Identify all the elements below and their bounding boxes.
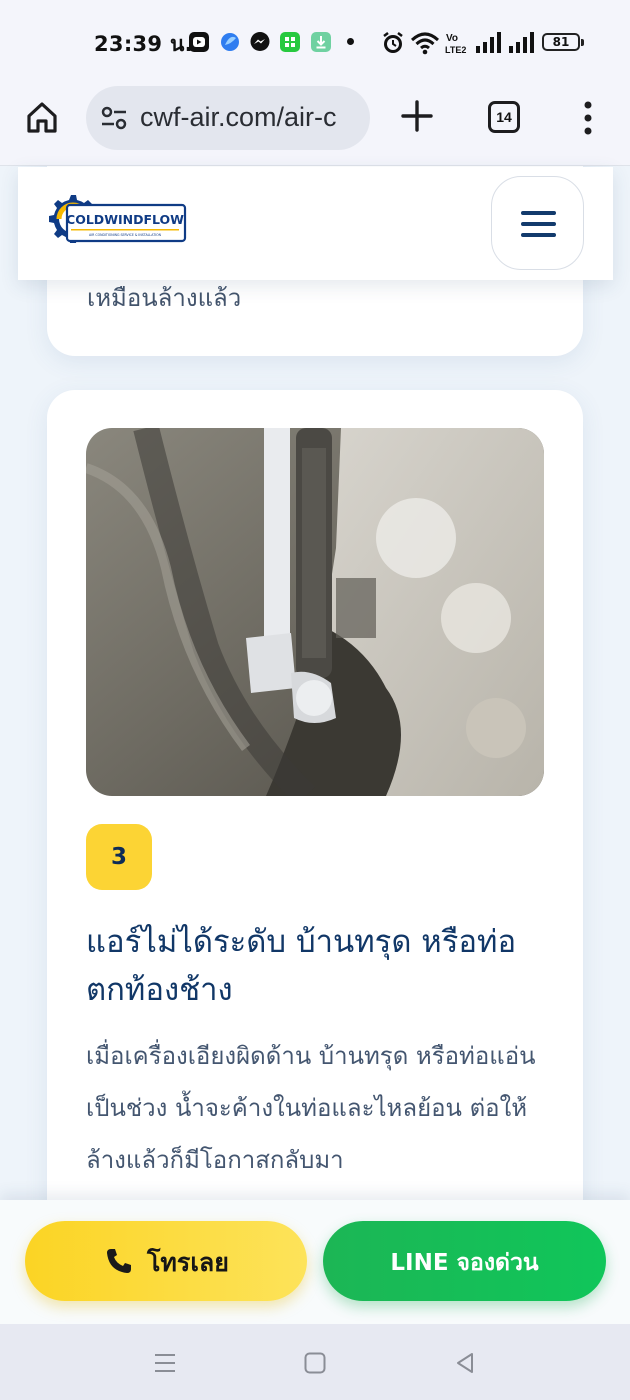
back-nav-icon[interactable] [453,1351,477,1375]
battery-icon: 81 [542,33,584,51]
signal-icon [509,32,534,53]
page-content: เหมือนล้างแล้ว 3 แอร์ไม่ได้ระดับ บ้านทรุ… [0,166,630,1200]
site-header: COLDWINDFLOW AIR CONDITIONING SERVICE & … [18,167,613,280]
call-now-label: โทรเลย [147,1248,229,1277]
step-number-badge: 3 [86,824,152,890]
phone-icon [107,1249,131,1273]
previous-card-text: เหมือนล้างแล้ว [87,284,242,312]
coldwindflow-logo[interactable]: COLDWINDFLOW AIR CONDITIONING SERVICE & … [45,191,187,255]
status-clock: 23:39 น. [94,32,193,56]
tab-switcher-button[interactable]: 14 [488,101,520,133]
volte-icon: Vo LTE2 [445,33,466,55]
svg-text:LTE2: LTE2 [445,45,466,55]
status-bar: 23:39 น. Vo LTE2 81 [0,0,630,86]
notification-dot-icon [347,38,354,45]
recent-apps-icon[interactable] [153,1351,177,1375]
line-booking-label: LINE จองด่วน [390,1250,539,1276]
site-settings-icon[interactable] [100,104,128,132]
call-now-button[interactable]: โทรเลย [25,1221,307,1301]
menu-icon [521,211,556,215]
calculator-app-icon [280,32,300,52]
address-bar[interactable]: cwf-air.com/air-c [86,86,370,150]
signal-icon [476,32,501,53]
home-nav-icon[interactable] [303,1351,327,1375]
battery-level: 81 [552,35,570,49]
hamburger-menu-button[interactable] [491,176,584,270]
menu-icon-bar [521,222,556,226]
logo-tagline: AIR CONDITIONING SERVICE & INSTALLATION [89,233,162,237]
card-title: แอร์ไม่ได้ระดับ บ้านทรุด หรือท่อตกท้องช้… [86,924,517,1008]
air-conditioner-drain-pipe-photo [86,428,544,796]
bottom-cta-bar: โทรเลย LINE จองด่วน [0,1200,630,1324]
card-body-text: เมื่อเครื่องเอียงผิดด้าน บ้านทรุด หรือท่… [86,1042,536,1174]
messenger-icon [250,32,270,51]
more-menu-icon[interactable] [578,98,598,138]
wifi-icon [410,32,440,55]
alarm-icon [383,32,403,53]
menu-icon-bar [521,233,556,237]
cause-card: 3 แอร์ไม่ได้ระดับ บ้านทรุด หรือท่อตกท้อง… [47,390,583,1200]
svg-text:Vo: Vo [446,33,458,44]
line-booking-button[interactable]: LINE จองด่วน [323,1221,606,1301]
new-tab-icon[interactable] [399,98,435,134]
url-text[interactable]: cwf-air.com/air-c [140,102,337,133]
browser-toolbar: cwf-air.com/air-c 14 [0,86,630,166]
media-app-icon [189,32,209,52]
download-icon [311,32,331,52]
home-icon[interactable] [24,99,60,135]
system-navigation-bar [0,1324,630,1400]
browser-app-icon [221,33,239,51]
logo-wordmark: COLDWINDFLOW [66,212,184,227]
